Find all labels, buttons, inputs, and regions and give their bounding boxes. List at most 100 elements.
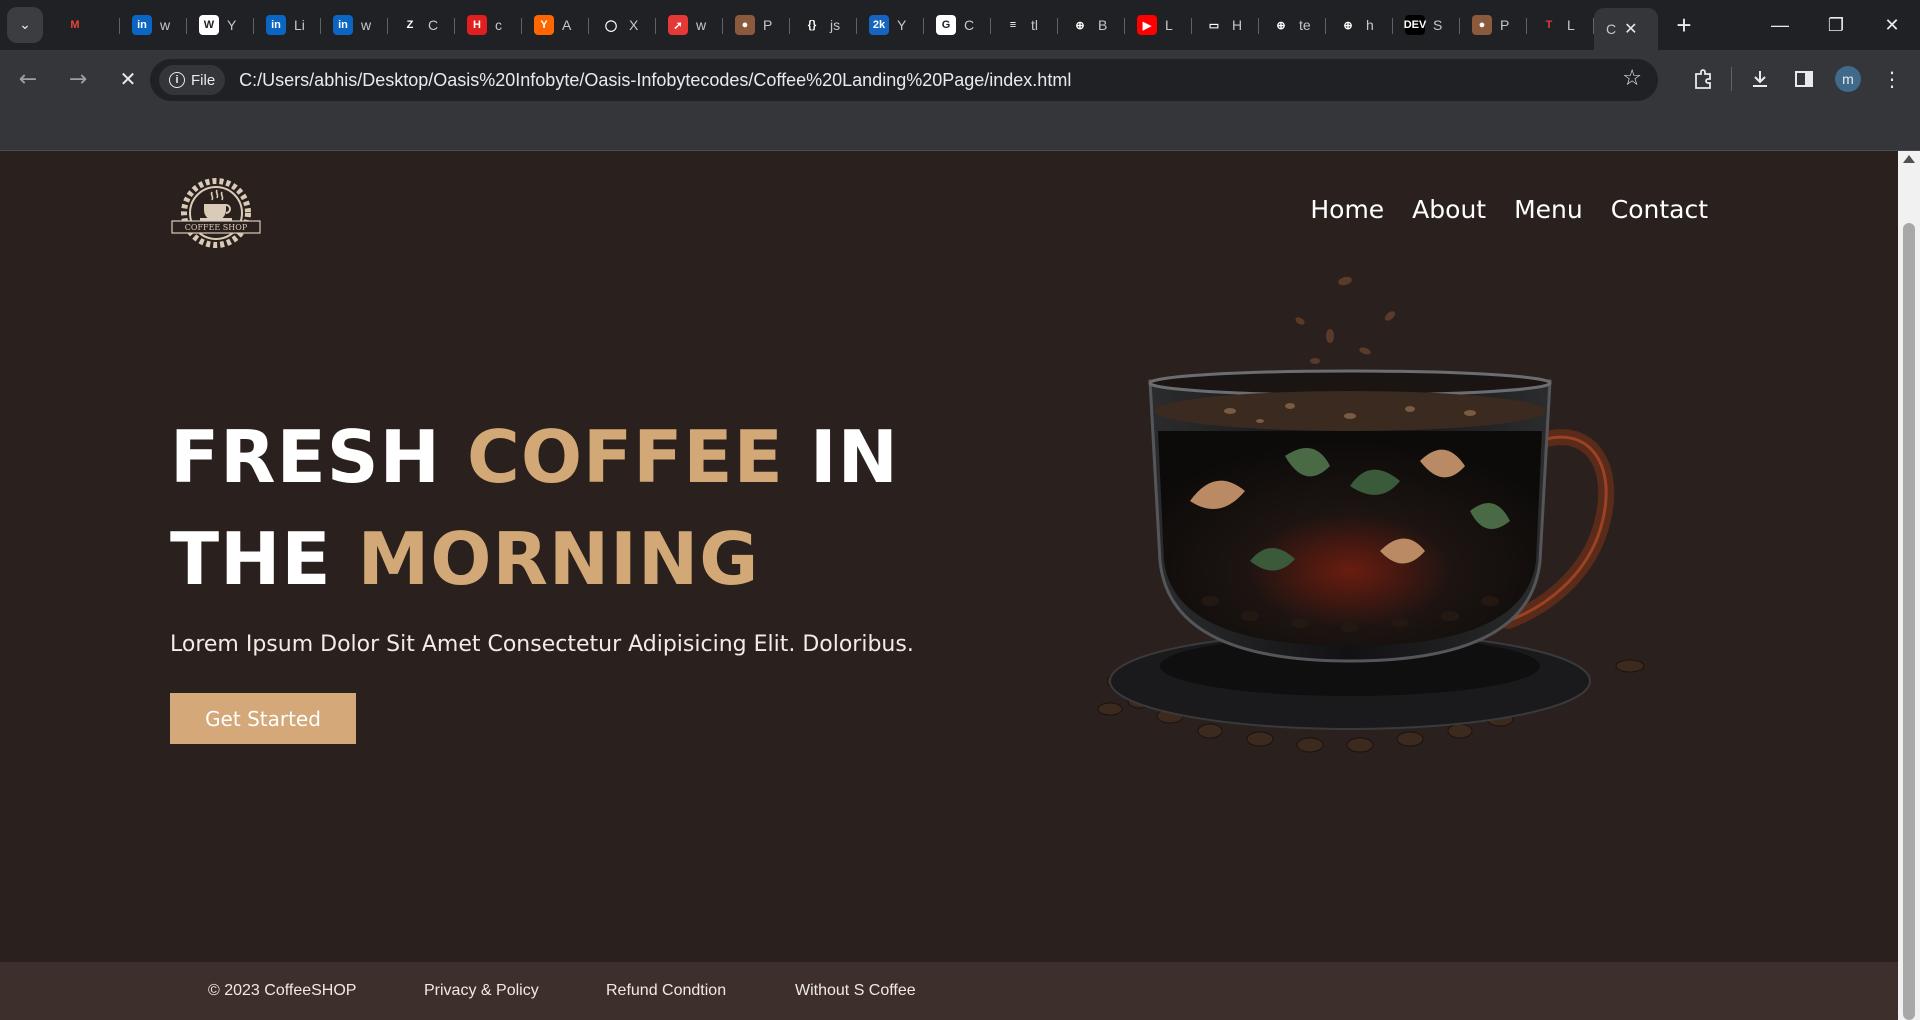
browser-tab[interactable]: in Li bbox=[254, 6, 321, 44]
browser-tab[interactable]: ➚ w bbox=[656, 6, 723, 44]
page-scrollbar[interactable] bbox=[1898, 151, 1920, 1020]
get-started-button[interactable]: Get Started bbox=[170, 693, 356, 744]
linkedin-icon: in bbox=[333, 15, 353, 35]
browser-tab[interactable]: ⊕ B bbox=[1058, 6, 1125, 44]
browser-tab[interactable]: GC bbox=[924, 6, 991, 44]
hero-heading: FRESH COFFEE IN THE MORNING bbox=[170, 406, 970, 610]
browser-tab[interactable]: ● P bbox=[723, 6, 790, 44]
hero-accent-word: MORNING bbox=[357, 517, 760, 601]
chevron-down-icon: ⌄ bbox=[19, 17, 31, 33]
browser-tab[interactable]: in w bbox=[120, 6, 187, 44]
browser-tab[interactable]: WY bbox=[187, 6, 254, 44]
tab-label: C bbox=[428, 17, 439, 33]
side-panel-icon[interactable] bbox=[1782, 57, 1826, 101]
browser-tab[interactable]: ▶ L bbox=[1125, 6, 1192, 44]
g-icon: G bbox=[936, 15, 956, 35]
footer-link-privacy[interactable]: Privacy & Policy bbox=[424, 982, 539, 1000]
url-text[interactable]: C:/Users/abhis/Desktop/Oasis%20Infobyte/… bbox=[239, 70, 1071, 91]
browser-tab[interactable]: ● P bbox=[1460, 6, 1527, 44]
rocket-icon: ➚ bbox=[668, 15, 688, 35]
footer-link-refund[interactable]: Refund Condtion bbox=[606, 982, 726, 1000]
download-icon[interactable] bbox=[1738, 57, 1782, 101]
scroll-up-arrow-icon[interactable] bbox=[1903, 155, 1915, 163]
code-icon: {} bbox=[802, 15, 822, 35]
tab-label: tl bbox=[1031, 17, 1038, 33]
browser-tab[interactable]: ≡ tl bbox=[991, 6, 1058, 44]
browser-tab[interactable]: DEV S bbox=[1393, 6, 1460, 44]
footer-link-without-coffee[interactable]: Without S Coffee bbox=[795, 982, 916, 1000]
scroll-thumb[interactable] bbox=[1903, 223, 1915, 1020]
browser-tab[interactable]: YA bbox=[522, 6, 589, 44]
browser-tab[interactable]: in w bbox=[321, 6, 388, 44]
nav-contact[interactable]: Contact bbox=[1611, 195, 1708, 224]
info-icon: i bbox=[169, 72, 185, 88]
tab-label: P bbox=[1500, 17, 1510, 33]
site-footer: © 2023 CoffeeSHOP Privacy & Policy Refun… bbox=[0, 962, 1898, 1020]
hero-word: FRESH bbox=[170, 415, 467, 499]
browser-tab[interactable]: TL bbox=[1527, 6, 1594, 44]
hackerrank-icon: ▭ bbox=[1204, 15, 1224, 35]
gmail-icon: M bbox=[70, 19, 80, 31]
profile-button[interactable]: m bbox=[1826, 57, 1870, 101]
tab-list: Min w W Yin Li in w Z C Hc Y A ◯ X ➚ w ● P{} js 2k Y G C ≡ tl ⊕ B ▶… bbox=[53, 0, 1594, 50]
coffee-cup-image bbox=[1097, 276, 1645, 753]
address-bar[interactable]: i File C:/Users/abhis/Desktop/Oasis%20In… bbox=[150, 59, 1658, 101]
tab-label: B bbox=[1098, 17, 1108, 33]
tab-label: L bbox=[1165, 17, 1173, 33]
tab-label: L bbox=[1567, 17, 1575, 33]
h-icon: H bbox=[467, 15, 487, 35]
tab-label: P bbox=[763, 17, 773, 33]
browser-tab[interactable]: ⊕ te bbox=[1259, 6, 1326, 44]
coffee-icon: ● bbox=[1472, 15, 1492, 35]
browser-tab[interactable]: ◯ X bbox=[589, 6, 656, 44]
file-chip-label: File bbox=[191, 71, 216, 89]
close-icon[interactable]: ✕ bbox=[1624, 19, 1637, 39]
window-close-icon[interactable]: ✕ bbox=[1864, 0, 1920, 50]
coffee-shop-logo[interactable]: COFFEE SHOP bbox=[170, 174, 262, 252]
tab-label: A bbox=[562, 17, 572, 33]
tab-label: w bbox=[696, 17, 707, 33]
globe-icon: ⊕ bbox=[1070, 15, 1090, 35]
minimize-icon[interactable]: — bbox=[1752, 0, 1808, 50]
extensions-icon[interactable] bbox=[1681, 57, 1725, 101]
dev-icon: DEV bbox=[1404, 15, 1426, 35]
site-info-chip[interactable]: i File bbox=[159, 65, 226, 95]
browser-tab[interactable]: ▭ H bbox=[1192, 6, 1259, 44]
tab-label: te bbox=[1299, 17, 1311, 33]
zeplin-icon: Z bbox=[400, 15, 420, 35]
tab-search-button[interactable]: ⌄ bbox=[7, 7, 43, 43]
browser-tab[interactable]: ZC bbox=[388, 6, 455, 44]
hero-subtitle: Lorem Ipsum Dolor Sit Amet Consectetur A… bbox=[170, 632, 914, 657]
tab-label: h bbox=[1366, 17, 1374, 33]
nav-menu[interactable]: Menu bbox=[1514, 195, 1583, 224]
tab-label: S bbox=[1433, 17, 1443, 33]
bookmark-star-icon[interactable]: ☆ bbox=[1622, 66, 1642, 91]
tab-label: C bbox=[1606, 21, 1617, 37]
tab-label: js bbox=[830, 17, 841, 33]
tab-label: C bbox=[964, 17, 975, 33]
browser-tab[interactable]: 2k Y bbox=[857, 6, 924, 44]
browser-tab[interactable]: Hc bbox=[455, 6, 522, 44]
youtube-icon: ▶ bbox=[1137, 15, 1157, 35]
stop-loading-icon[interactable]: ✕ bbox=[106, 57, 150, 101]
toolbar-divider bbox=[1731, 67, 1732, 91]
browser-tab[interactable]: ⊕ h bbox=[1326, 6, 1393, 44]
tab-label: c bbox=[495, 17, 502, 33]
forward-icon[interactable]: → bbox=[56, 57, 100, 101]
back-icon[interactable]: ← bbox=[6, 57, 50, 101]
menu-kebab-icon[interactable]: ⋮ bbox=[1870, 57, 1914, 101]
nav-home[interactable]: Home bbox=[1310, 195, 1384, 224]
new-tab-button[interactable]: + bbox=[1666, 7, 1702, 43]
window-controls: — ❐ ✕ bbox=[1752, 0, 1920, 50]
tab-label: w bbox=[361, 17, 372, 33]
tab-strip: ⌄ Min w W Yin Li in w Z C Hc Y A ◯ X ➚ w ● P{} js 2k Y G C ≡ tl ⊕… bbox=[0, 0, 1920, 50]
2k-icon: 2k bbox=[869, 15, 889, 35]
tab-active[interactable]: C ✕ bbox=[1594, 8, 1658, 50]
hero-section: FRESH COFFEE IN THE MORNING Lorem Ipsum … bbox=[170, 406, 970, 744]
coffee-icon: ● bbox=[735, 15, 755, 35]
restore-icon[interactable]: ❐ bbox=[1808, 0, 1864, 50]
browser-tab[interactable]: M bbox=[53, 6, 120, 44]
github-icon: ◯ bbox=[601, 15, 621, 35]
nav-about[interactable]: About bbox=[1412, 195, 1486, 224]
browser-tab[interactable]: {} js bbox=[790, 6, 857, 44]
